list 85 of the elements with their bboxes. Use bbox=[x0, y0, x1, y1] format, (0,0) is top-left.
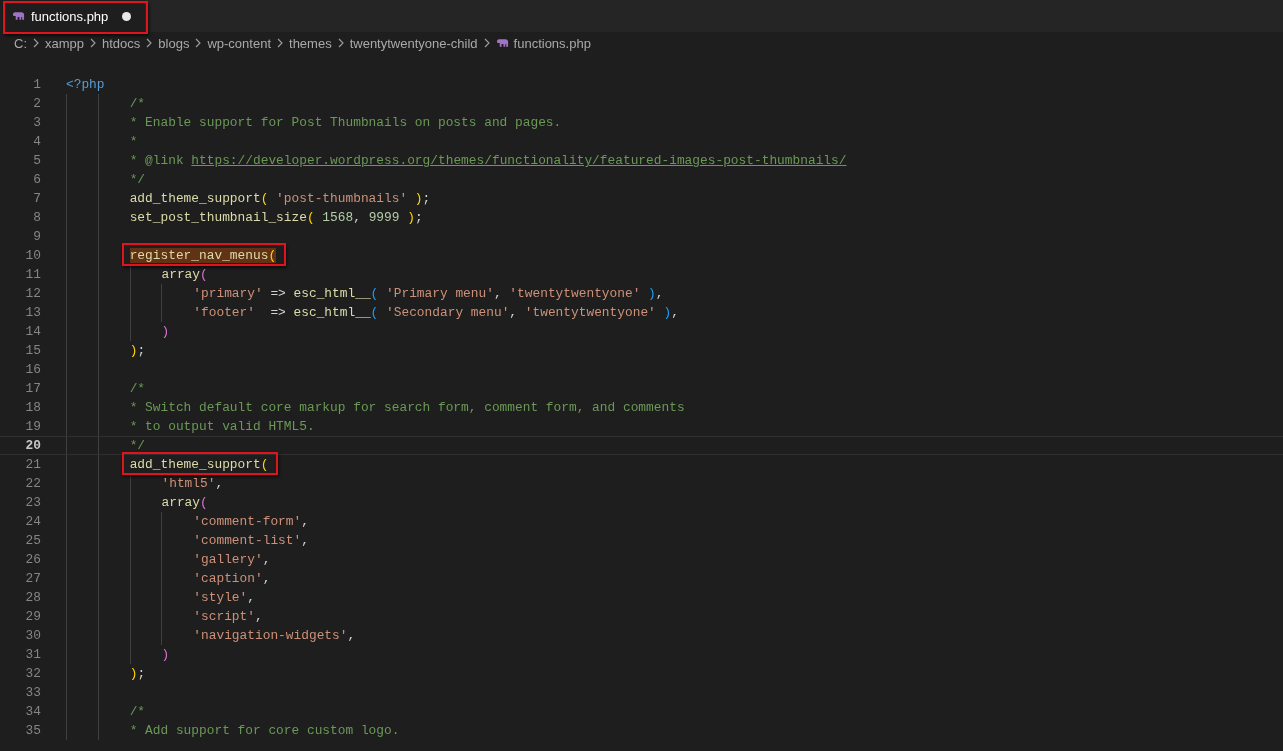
code-line: * Enable support for Post Thumbnails on posts and pages. bbox=[129, 115, 562, 130]
line-number: 30 bbox=[24, 627, 41, 645]
code-line: array( bbox=[161, 495, 208, 510]
code-line: 'html5', bbox=[161, 476, 224, 491]
code-line: 'footer' => esc_html__( 'Secondary menu', 'twentytwentyone' ), bbox=[193, 305, 679, 320]
breadcrumb-item[interactable]: twentytwentyone-child bbox=[349, 35, 478, 51]
line-number: 21 bbox=[24, 456, 41, 474]
line-number: 32 bbox=[24, 665, 41, 683]
line-number: 29 bbox=[24, 608, 41, 626]
line-number: 23 bbox=[24, 494, 41, 512]
chevron-icon bbox=[33, 38, 39, 48]
chevron-icon bbox=[90, 38, 97, 48]
breadcrumb-item[interactable]: C: bbox=[14, 35, 27, 51]
code-line: * to output valid HTML5. bbox=[129, 419, 315, 434]
code-line: 'comment-list', bbox=[193, 533, 309, 548]
editor-tab[interactable]: functions.php bbox=[0, 0, 146, 32]
line-number: 11 bbox=[24, 266, 41, 284]
line-number: 33 bbox=[24, 684, 41, 702]
code-line: array( bbox=[161, 267, 208, 282]
code-line: 'comment-form', bbox=[193, 514, 309, 529]
line-number: 27 bbox=[24, 570, 41, 588]
line-number: 4 bbox=[32, 133, 41, 151]
line-number: 20 bbox=[24, 437, 41, 454]
code-line: * bbox=[129, 134, 138, 149]
code-line: * Switch default core markup for search form, comment form, and comments bbox=[129, 400, 685, 415]
elephant-icon bbox=[495, 38, 509, 48]
chevron-icon bbox=[195, 38, 202, 48]
code-line: set_post_thumbnail_size( 1568, 9999 ); bbox=[129, 210, 423, 225]
code-line: 'gallery', bbox=[193, 552, 271, 567]
line-number: 28 bbox=[24, 589, 41, 607]
code-line: */ bbox=[129, 172, 146, 187]
line-number: 19 bbox=[24, 418, 41, 436]
breadcrumb-item[interactable]: functions.php bbox=[513, 35, 591, 51]
code-line: ); bbox=[129, 666, 146, 681]
code-line: * @link https://developer.wordpress.org/themes/functionality/featured-images-post-thumbnails/ bbox=[129, 153, 847, 168]
breadcrumb-item[interactable]: themes bbox=[289, 35, 332, 51]
breadcrumb-item[interactable]: wp-content bbox=[207, 35, 271, 51]
breadcrumb-item[interactable]: htdocs bbox=[102, 35, 141, 51]
line-number: 9 bbox=[32, 228, 41, 246]
breadcrumb-item[interactable]: xampp bbox=[45, 35, 85, 51]
line-number: 17 bbox=[24, 380, 41, 398]
code-line: <?php bbox=[66, 77, 105, 92]
code-line: add_theme_support( bbox=[129, 457, 269, 472]
line-number: 35 bbox=[24, 722, 41, 740]
breadcrumb-item[interactable]: blogs bbox=[158, 35, 190, 51]
line-number: 12 bbox=[24, 285, 41, 303]
code-line: ) bbox=[161, 324, 170, 339]
line-number: 22 bbox=[24, 475, 41, 493]
code-line: /* bbox=[129, 96, 146, 111]
line-number: 25 bbox=[24, 532, 41, 550]
line-number: 34 bbox=[24, 703, 41, 721]
line-number: 2 bbox=[32, 95, 41, 113]
code-line: 'caption', bbox=[193, 571, 271, 586]
line-number: 15 bbox=[24, 342, 41, 360]
line-number: 16 bbox=[24, 361, 41, 379]
line-number: 6 bbox=[32, 171, 41, 189]
line-number: 7 bbox=[32, 190, 41, 208]
code-line: 'script', bbox=[193, 609, 263, 624]
line-number: 14 bbox=[24, 323, 41, 341]
code-line: /* bbox=[129, 381, 146, 396]
code-line: 'primary' => esc_html__( 'Primary menu', 'twentytwentyone' ), bbox=[193, 286, 664, 301]
code-line: * Add support for core custom logo. bbox=[129, 723, 400, 738]
code-line: */ bbox=[129, 438, 146, 453]
code-line: 'style', bbox=[193, 590, 255, 605]
chevron-icon bbox=[337, 38, 344, 48]
line-number: 24 bbox=[24, 513, 41, 531]
line-number: 5 bbox=[32, 152, 41, 170]
line-number: 13 bbox=[24, 304, 41, 322]
chevron-icon bbox=[277, 38, 283, 48]
line-number: 26 bbox=[24, 551, 41, 569]
elephant-icon bbox=[12, 11, 25, 21]
chevron-icon bbox=[483, 38, 490, 48]
line-number: 18 bbox=[24, 399, 41, 417]
chevron-icon bbox=[146, 38, 153, 48]
code-line: 'navigation-widgets', bbox=[193, 628, 356, 643]
line-number: 8 bbox=[32, 209, 41, 227]
line-number: 3 bbox=[32, 114, 41, 132]
code-line: register_nav_menus( bbox=[129, 248, 277, 263]
code-line: ); bbox=[129, 343, 146, 358]
line-number: 1 bbox=[32, 76, 41, 94]
code-line: add_theme_support( 'post-thumbnails' ); bbox=[129, 191, 431, 206]
code-line: /* bbox=[129, 704, 146, 719]
line-number: 10 bbox=[24, 247, 41, 265]
code-line: ) bbox=[161, 647, 170, 662]
line-number: 31 bbox=[24, 646, 41, 664]
